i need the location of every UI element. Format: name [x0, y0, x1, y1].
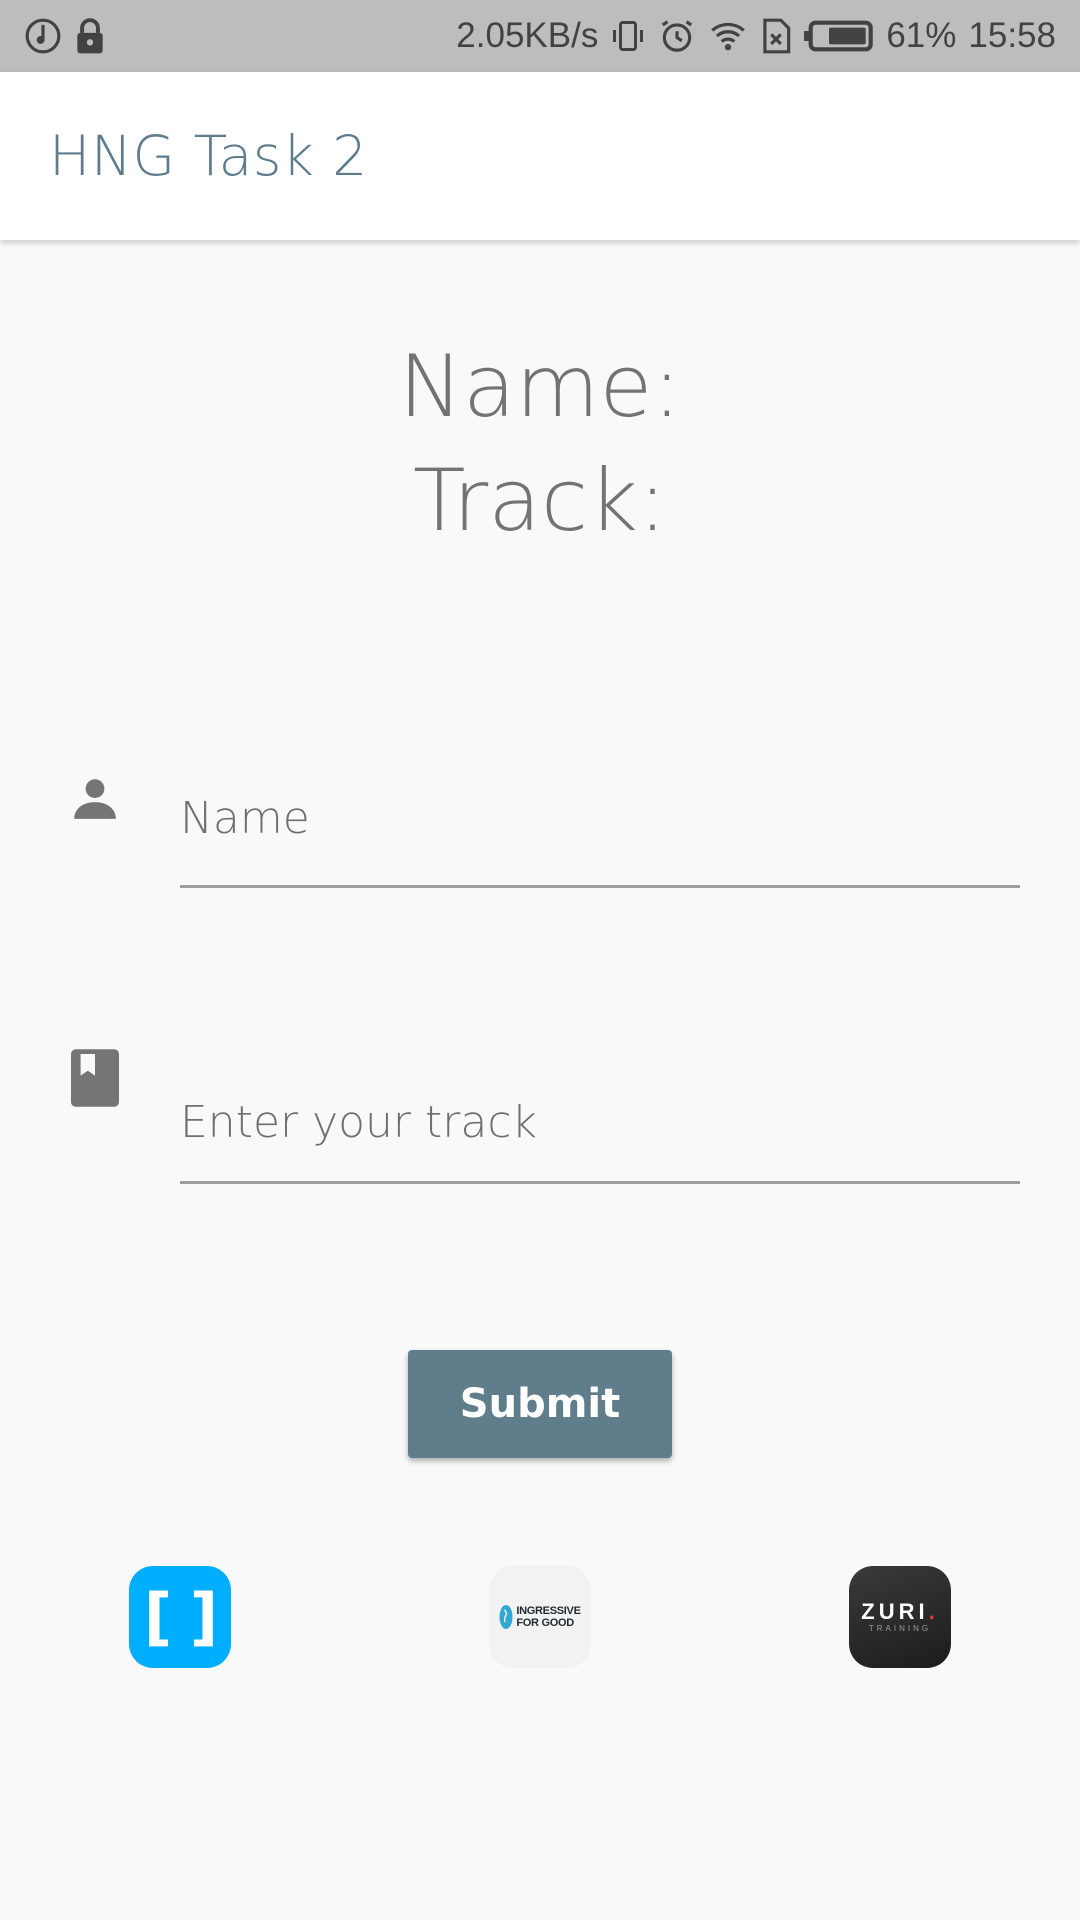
person-icon: [70, 768, 120, 828]
ingressive-for-good-logo: INGRESSIVE FOR GOOD: [489, 1566, 591, 1668]
hng-logo: [ ]: [129, 1566, 231, 1668]
globe-icon: [499, 1605, 513, 1629]
zuri-name: ZURI: [861, 1599, 929, 1624]
clock: 15:58: [968, 16, 1056, 55]
i4g-line-1: INGRESSIVE: [516, 1605, 581, 1617]
sim-icon: [760, 17, 792, 55]
status-bar: 2.05KB/s 61% 15:58: [0, 0, 1080, 72]
music-note-icon: [24, 17, 62, 55]
battery-icon: [804, 19, 874, 53]
zuri-dot: .: [928, 1599, 939, 1624]
vibrate-icon: [610, 17, 646, 55]
wifi-icon: [708, 17, 748, 55]
zuri-title: ZURI.: [861, 1600, 938, 1624]
app-title: HNG Task 2: [49, 124, 368, 188]
battery-percent: 61%: [886, 16, 957, 55]
track-display: Track:: [412, 451, 667, 551]
app-bar: HNG Task 2: [0, 72, 1080, 240]
zuri-training-logo: ZURI. TRAINING: [849, 1566, 951, 1668]
alarm-icon: [658, 17, 696, 55]
i4g-text: INGRESSIVE FOR GOOD: [516, 1605, 581, 1629]
info-block: Name: Track:: [0, 330, 1080, 558]
name-display: Name:: [398, 337, 682, 437]
network-speed: 2.05KB/s: [456, 16, 599, 55]
submit-button[interactable]: Submit: [408, 1350, 672, 1458]
zuri-logo-content: ZURI. TRAINING: [861, 1600, 938, 1634]
status-right: 2.05KB/s 61% 15:58: [456, 16, 1056, 56]
status-left: [24, 17, 106, 55]
hng-logo-mark: [ ]: [143, 1580, 218, 1653]
zuri-subtitle: TRAINING: [868, 1624, 932, 1633]
lock-icon: [74, 17, 106, 55]
i4g-line-2: FOR GOOD: [516, 1617, 574, 1629]
name-input[interactable]: [180, 752, 1020, 888]
i4g-logo-content: INGRESSIVE FOR GOOD: [499, 1604, 581, 1630]
book-icon: [70, 1046, 120, 1110]
track-input[interactable]: [180, 1064, 1020, 1184]
